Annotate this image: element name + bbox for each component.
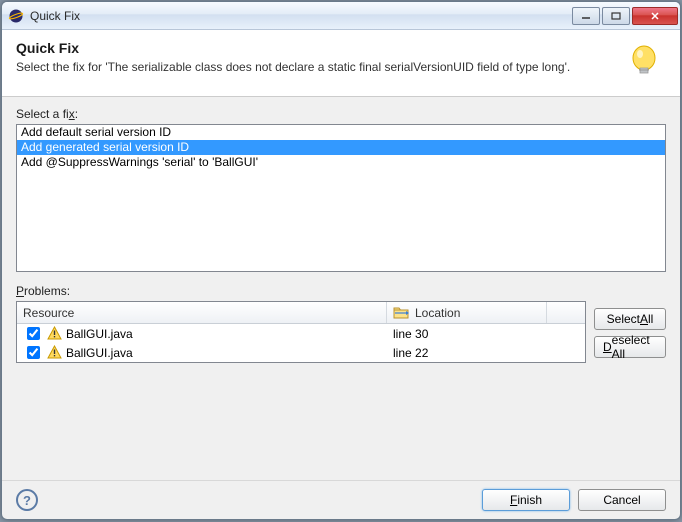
dialog-heading: Quick Fix <box>16 40 612 56</box>
fix-item[interactable]: Add default serial version ID <box>17 125 665 140</box>
row-checkbox[interactable] <box>27 346 40 359</box>
finish-button[interactable]: Finish <box>482 489 570 511</box>
warning-icon <box>47 326 62 341</box>
row-checkbox[interactable] <box>27 327 40 340</box>
dialog-subtitle: Select the fix for 'The serializable cla… <box>16 60 612 74</box>
deselect-all-button[interactable]: Deselect All <box>594 336 666 358</box>
table-row[interactable]: BallGUI.java line 30 <box>17 324 585 343</box>
fix-item[interactable]: Add generated serial version ID <box>17 140 665 155</box>
maximize-button[interactable] <box>602 7 630 25</box>
column-spacer <box>547 302 585 323</box>
close-button[interactable] <box>632 7 678 25</box>
filename: BallGUI.java <box>66 327 133 341</box>
fix-list[interactable]: Add default serial version IDAdd generat… <box>16 124 666 272</box>
help-icon[interactable]: ? <box>16 489 38 511</box>
problems-table: Resource Location BallGUI.javaline 30Bal… <box>16 301 586 363</box>
select-all-button[interactable]: Select All <box>594 308 666 330</box>
cancel-button[interactable]: Cancel <box>578 489 666 511</box>
dialog-footer: ? Finish Cancel <box>2 480 680 519</box>
problems-label: Problems: <box>16 284 586 298</box>
title-bar[interactable]: Quick Fix <box>2 2 680 30</box>
header-banner: Quick Fix Select the fix for 'The serial… <box>2 30 680 97</box>
lightbulb-icon <box>622 40 666 84</box>
table-header: Resource Location <box>17 302 585 324</box>
column-location[interactable]: Location <box>387 302 547 323</box>
location-cell: line 30 <box>387 327 579 341</box>
window-title: Quick Fix <box>30 9 572 23</box>
minimize-button[interactable] <box>572 7 600 25</box>
warning-icon <box>47 345 62 360</box>
folder-icon <box>393 306 409 320</box>
eclipse-icon <box>8 8 24 24</box>
column-resource[interactable]: Resource <box>17 302 387 323</box>
location-cell: line 22 <box>387 346 579 360</box>
select-a-fix-label: Select a fix: <box>16 107 666 121</box>
quick-fix-dialog: Quick Fix Quick Fix Select the fix for '… <box>1 1 681 520</box>
fix-item[interactable]: Add @SuppressWarnings 'serial' to 'BallG… <box>17 155 665 170</box>
filename: BallGUI.java <box>66 346 133 360</box>
table-row[interactable]: BallGUI.java line 22 <box>17 343 585 362</box>
